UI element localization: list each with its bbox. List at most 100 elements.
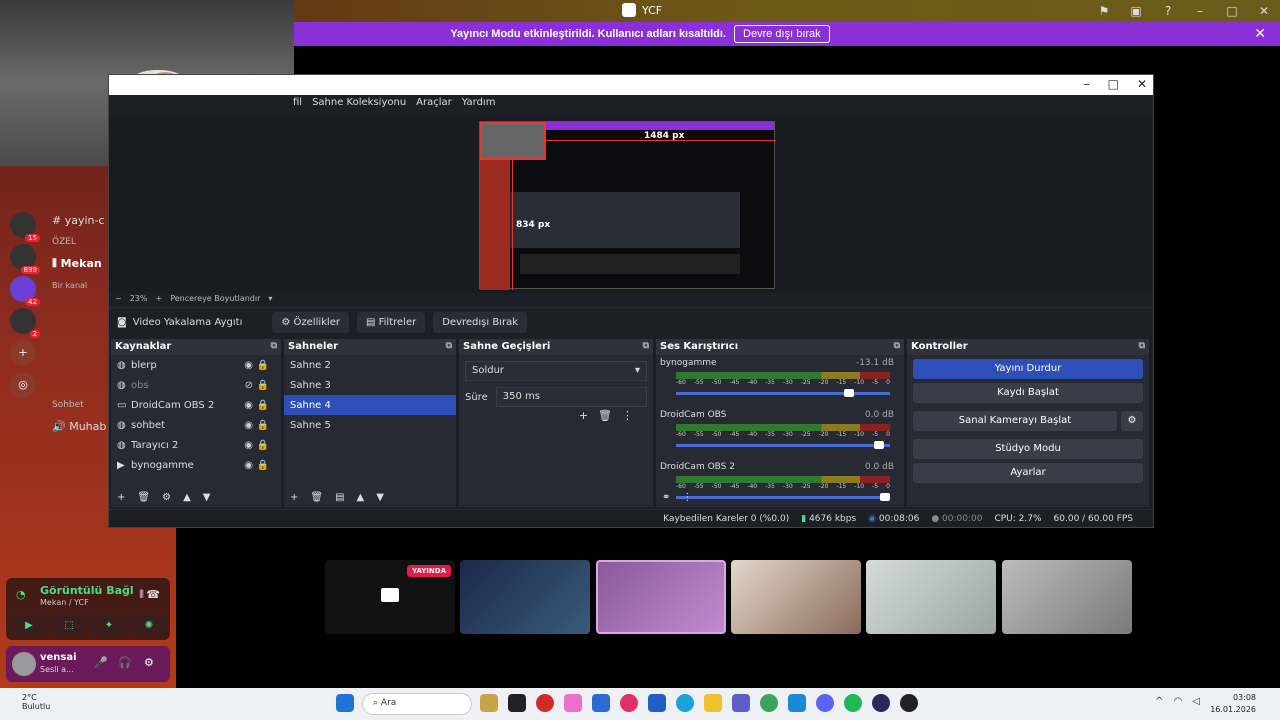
lock-icon[interactable]: 🔒 [257,400,269,411]
eye-icon[interactable]: ◉ [244,460,253,471]
slider-knob[interactable] [843,389,854,397]
eye-hidden-icon[interactable]: ⊘ [245,380,253,391]
wifi-icon[interactable]: ◠ [1174,696,1183,707]
slider-knob[interactable] [880,493,890,501]
down-icon[interactable]: ▼ [376,492,384,503]
lock-icon[interactable]: 🔒 [257,440,269,451]
volume-slider[interactable] [676,441,890,449]
server-icon[interactable]: 2 [10,308,40,338]
screen-icon[interactable]: ▣ [1120,0,1152,22]
trash-icon[interactable]: 🗑 [137,492,150,503]
scene-item[interactable]: Sahne 5 [284,415,456,435]
eye-icon[interactable]: ◉ [244,440,253,451]
maximize-button[interactable]: □ [1216,0,1248,22]
properties-button[interactable]: ⚙ Özellikler [272,312,349,333]
add-icon[interactable]: + [290,492,298,503]
down-icon[interactable]: ▼ [203,492,211,503]
popout-icon[interactable]: ⧉ [643,341,649,351]
app-icon[interactable] [508,694,526,712]
list-item[interactable]: ◍ Tarayıcı 2 ◉ 🔒 [111,435,281,455]
duration-input[interactable]: 350 ms [495,387,647,407]
gear-icon[interactable]: ⚙ [144,656,154,669]
filter-icon[interactable]: ▤ [335,492,344,503]
screenshare-icon[interactable]: ⬚ [52,616,86,636]
call-tile[interactable] [866,560,996,634]
discord-icon[interactable] [816,694,834,712]
list-item[interactable]: ◍ obs ⊘ 🔒 [111,375,281,395]
chevron-down-icon[interactable]: ▾ [268,294,272,303]
app-icon[interactable] [788,694,806,712]
list-item[interactable]: ◍ blerp ◉ 🔒 [111,355,281,375]
app-icon[interactable] [564,694,582,712]
call-tile[interactable] [731,560,861,634]
close-notice-icon[interactable]: ✕ [1254,26,1266,42]
app-icon[interactable] [536,694,554,712]
close-button[interactable]: ✕ [1137,77,1147,91]
headphones-icon[interactable]: 🎧 [118,656,132,669]
scene-item[interactable]: Sahne 3 [284,375,456,395]
zoom-in-button[interactable]: + [155,294,162,303]
selected-source-box[interactable] [480,122,546,160]
popout-icon[interactable]: ⧉ [446,341,452,351]
noise-icon[interactable]: ⦀ [139,588,144,602]
voice-channel[interactable]: ⦀ Mekan [52,257,106,271]
start-icon[interactable] [336,694,354,712]
slider-knob[interactable] [873,441,884,449]
call-tile-screenshare[interactable]: YAYINDA [325,560,455,634]
minimize-button[interactable]: – [1084,77,1090,91]
disable-streamer-button[interactable]: Devre dışı bırak [734,25,830,43]
app-icon[interactable] [872,694,890,712]
discover-icon[interactable]: ◎ [10,372,36,398]
camera-icon[interactable]: ▶ [12,616,46,636]
gear-icon[interactable]: ⚙ [1121,411,1143,431]
popout-icon[interactable]: ⧉ [271,341,277,351]
app-icon[interactable] [648,694,666,712]
lock-icon[interactable]: 🔒 [257,460,269,471]
popout-icon[interactable]: ⧉ [1139,341,1145,351]
inbox-icon[interactable]: ⚑ [1088,0,1120,22]
eye-icon[interactable]: ◉ [244,400,253,411]
scene-item[interactable]: Sahne 2 [284,355,456,375]
close-button[interactable]: ✕ [1248,0,1280,22]
menu-dots-icon[interactable]: ⋮ [682,492,692,503]
chevron-up-icon[interactable]: ^ [1155,696,1163,707]
weather-widget[interactable]: 2°C Bulutlu [22,693,50,711]
list-item[interactable]: ◍ sohbet ◉ 🔒 [111,415,281,435]
server-icon[interactable]: 899 [10,244,40,274]
preview-canvas[interactable]: 1484 px 834 px [479,121,776,290]
trash-icon[interactable]: 🗑 [310,492,323,503]
menu-help[interactable]: Yardım [462,97,496,108]
call-tile[interactable] [1002,560,1132,634]
soundboard-icon[interactable]: ✺ [132,616,166,636]
call-tile-active[interactable] [596,560,726,634]
trash-icon[interactable]: 🗑 [598,409,612,422]
chrome-icon[interactable] [760,694,778,712]
opera-icon[interactable] [620,694,638,712]
app-icon[interactable] [480,694,498,712]
scene-item-selected[interactable]: Sahne 4 [284,395,456,415]
link-icon[interactable]: ⚭ [662,492,670,503]
obs-icon[interactable] [900,694,918,712]
up-icon[interactable]: ▲ [183,492,191,503]
menu-tools[interactable]: Araçlar [416,97,452,108]
popout-icon[interactable]: ⧉ [894,341,900,351]
transition-select[interactable]: Soldur ▾ [465,361,647,381]
eye-icon[interactable]: ◉ [244,420,253,431]
avatar[interactable] [12,652,36,676]
menu-file[interactable]: fil [293,97,302,108]
virtual-cam-button[interactable]: Sanal Kamerayı Başlat [913,411,1117,431]
search-box[interactable]: ⌕ Ara [362,693,472,715]
folder-icon[interactable] [704,694,722,712]
add-server-icon[interactable]: + [10,340,36,366]
list-item[interactable]: ▭ DroidCam OBS 2 ◉ 🔒 [111,395,281,415]
add-icon[interactable]: + [117,492,125,503]
stop-stream-button[interactable]: Yayını Durdur [913,359,1143,379]
list-item[interactable]: ▶ bynogamme ◉ 🔒 [111,455,281,475]
menu-dots-icon[interactable]: ⋮ [622,409,633,422]
obs-preview[interactable]: 1484 px 834 px [109,117,1153,293]
edge-icon[interactable] [676,694,694,712]
spotify-icon[interactable] [844,694,862,712]
call-tile[interactable] [460,560,590,634]
teams-icon[interactable] [732,694,750,712]
up-icon[interactable]: ▲ [357,492,365,503]
